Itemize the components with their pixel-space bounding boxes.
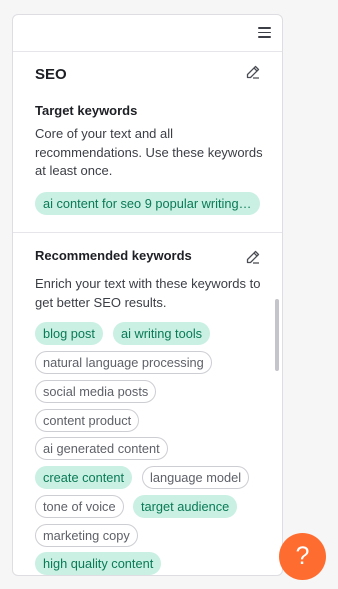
keyword-chip[interactable]: ai writing tools [113, 322, 211, 345]
pencil-icon[interactable] [245, 64, 261, 80]
keyword-chip[interactable]: language model [142, 466, 250, 489]
keyword-chip[interactable]: target audience [133, 495, 238, 518]
scrollbar-thumb[interactable] [275, 299, 279, 371]
target-keywords-title: Target keywords [35, 103, 138, 118]
pencil-icon[interactable] [245, 249, 261, 265]
hamburger-menu-icon[interactable] [258, 27, 271, 38]
seo-title: SEO [35, 66, 67, 83]
keyword-chip[interactable]: high quality content [35, 552, 162, 575]
help-button[interactable]: ? [279, 533, 326, 580]
keyword-chip[interactable]: blog post [35, 322, 103, 345]
section-divider [13, 232, 282, 233]
keyword-chip[interactable]: create content [35, 466, 133, 489]
keyword-chip[interactable]: ai generated content [35, 437, 168, 460]
keyword-chip[interactable]: marketing copy [35, 524, 138, 547]
help-question-icon: ? [295, 542, 310, 570]
target-keyword-chip[interactable]: ai content for seo 9 popular writing too… [35, 192, 260, 215]
keyword-chip[interactable]: natural language processing [35, 351, 212, 374]
panel-toolbar [13, 15, 282, 52]
recommended-keywords-title: Recommended keywords [35, 248, 192, 263]
seo-panel: SEO Target keywords Core of your text an… [12, 14, 283, 576]
recommended-keywords-description: Enrich your text with these keywords to … [35, 276, 261, 310]
keyword-chip[interactable]: social media posts [35, 380, 157, 403]
keyword-chip[interactable]: tone of voice [35, 495, 124, 518]
target-keywords-description: Core of your text and all recommendation… [35, 126, 263, 178]
keyword-chip[interactable]: content product [35, 409, 140, 432]
